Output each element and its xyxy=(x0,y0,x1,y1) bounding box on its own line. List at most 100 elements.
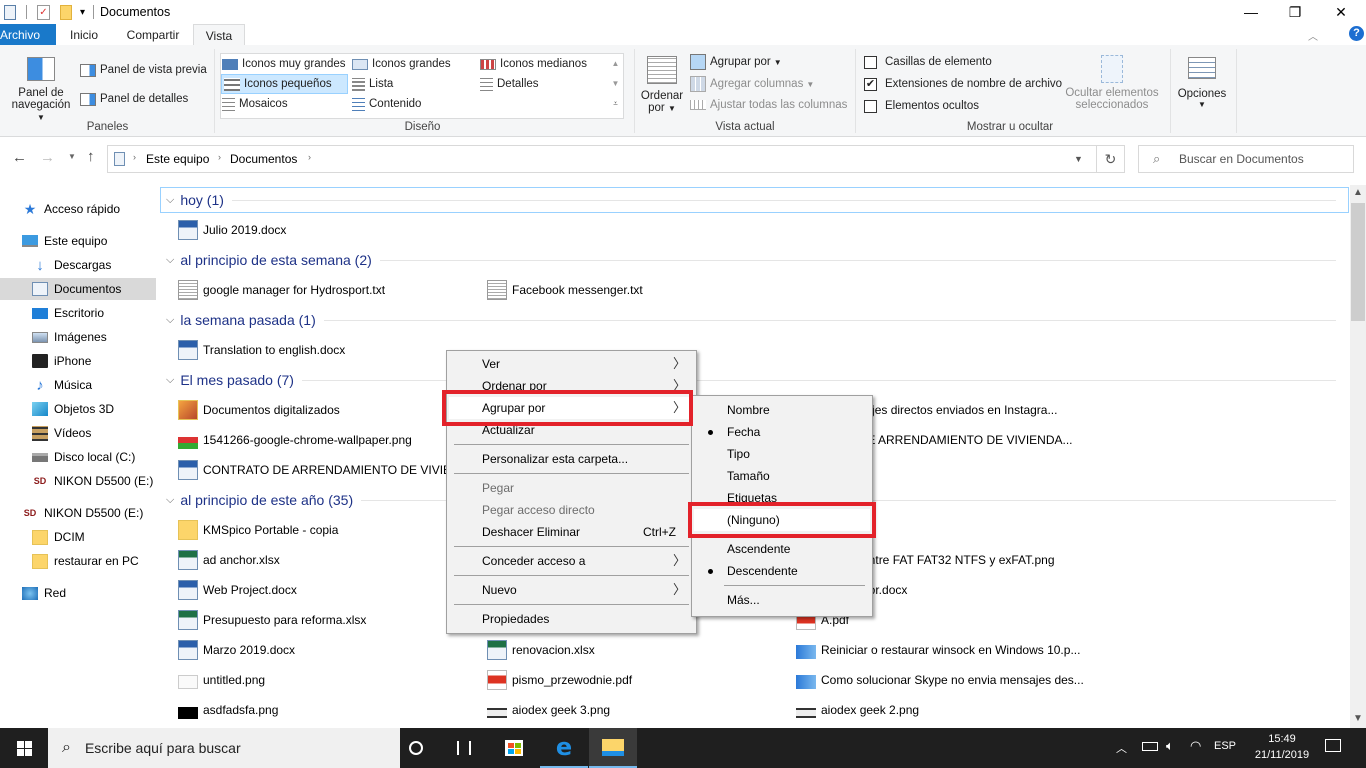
details-pane-button[interactable]: Panel de detalles xyxy=(80,89,188,109)
back-icon[interactable]: ← xyxy=(12,149,27,166)
submenu-item[interactable]: Descendente xyxy=(694,560,870,582)
maximize-button[interactable]: ❐ xyxy=(1272,0,1318,24)
file-item[interactable]: Reiniciar o restaurar winsock en Windows… xyxy=(796,639,1080,661)
store-button[interactable] xyxy=(490,728,538,768)
layout-content[interactable]: Contenido xyxy=(352,94,421,114)
sidebar-item[interactable]: SD NIKON D5500 (E:) xyxy=(0,502,156,524)
group-header[interactable]: ⌵ hoy (1) xyxy=(166,189,1336,211)
new-folder-icon[interactable] xyxy=(60,4,72,20)
file-item[interactable]: Translation to english.docx xyxy=(178,339,345,361)
context-menu-item[interactable]: Propiedades xyxy=(449,608,694,630)
breadcrumb-documentos[interactable]: Documentos xyxy=(230,152,297,166)
file-item[interactable]: 1541266-google-chrome-wallpaper.png xyxy=(178,429,412,451)
sidebar-item[interactable]: Imágenes xyxy=(0,326,156,348)
volume-icon[interactable]: 🔈︎ xyxy=(1166,738,1174,754)
file-item[interactable]: Marzo 2019.docx xyxy=(178,639,295,661)
forward-icon[interactable]: → xyxy=(40,149,55,166)
refresh-button[interactable]: ↻ xyxy=(1097,145,1125,173)
close-button[interactable]: ✕ xyxy=(1318,0,1364,24)
sidebar-item[interactable]: ↓ Descargas xyxy=(0,254,156,276)
context-menu-item[interactable]: Nuevo 〉 xyxy=(449,579,694,601)
add-columns-button[interactable]: Agregar columnas ▼ xyxy=(690,74,814,94)
layout-large-icons[interactable]: Iconos grandes xyxy=(352,54,451,74)
sidebar-item[interactable]: SD NIKON D5500 (E:) xyxy=(0,470,156,492)
context-menu-item[interactable]: Deshacer Eliminar Ctrl+Z xyxy=(449,521,694,543)
up-icon[interactable]: ↑ xyxy=(87,148,95,165)
search-field[interactable]: ⌕ Buscar en Documentos xyxy=(1138,145,1354,173)
file-item[interactable]: KMSpico Portable - copia xyxy=(178,519,338,541)
scroll-down-icon[interactable]: ▼ xyxy=(608,74,623,94)
sort-by-button[interactable]: Ordenar por ▼ xyxy=(638,53,686,119)
group-header[interactable]: ⌵ El mes pasado (7) xyxy=(166,369,1336,391)
tab-archivo[interactable]: Archivo xyxy=(0,24,56,46)
file-item[interactable]: untitled.png xyxy=(178,669,265,691)
fit-columns-button[interactable]: Ajustar todas las columnas xyxy=(690,95,847,115)
chevron-down-icon[interactable]: ⌵ xyxy=(166,374,174,387)
file-item[interactable]: ad anchor.xlsx xyxy=(178,549,280,571)
file-item[interactable]: Facebook messenger.txt xyxy=(487,279,643,301)
context-menu-item[interactable]: Conceder acceso a 〉 xyxy=(449,550,694,572)
cortana-button[interactable] xyxy=(392,728,440,768)
edge-button[interactable]: e xyxy=(540,728,588,768)
gallery-scroll[interactable]: ▲ ▼ ⩡ xyxy=(608,54,623,118)
sidebar-item[interactable]: Este equipo xyxy=(0,230,156,252)
tab-compartir[interactable]: Compartir xyxy=(116,24,190,46)
address-dropdown-icon[interactable]: ▼ xyxy=(1074,154,1083,164)
submenu-item[interactable]: Nombre xyxy=(694,399,870,421)
file-item[interactable]: as entre FAT FAT32 NTFS y exFAT.png xyxy=(846,549,1055,571)
language-indicator[interactable]: ESP xyxy=(1214,740,1236,752)
context-menu-item[interactable]: Pegar xyxy=(449,477,694,499)
chevron-down-icon[interactable]: ⌵ xyxy=(166,194,174,207)
context-menu-item[interactable]: Ver 〉 xyxy=(449,353,694,375)
chevron-down-icon[interactable]: ⌵ xyxy=(166,314,174,327)
navigation-pane-button[interactable]: Panel de navegación ▼ xyxy=(10,49,72,122)
sidebar-item[interactable]: restaurar en PC xyxy=(0,550,156,572)
group-by-button[interactable]: Agrupar por ▼ xyxy=(690,52,782,72)
preview-pane-button[interactable]: Panel de vista previa xyxy=(80,60,207,80)
file-item[interactable]: ensajes directos enviados en Instagra... xyxy=(846,399,1057,421)
submenu-item[interactable]: Fecha xyxy=(694,421,870,443)
options-button[interactable]: Opciones ▼ xyxy=(1174,55,1230,109)
item-checkboxes-toggle[interactable]: Casillas de elemento xyxy=(864,52,992,72)
context-menu-item[interactable]: Pegar acceso directo xyxy=(449,499,694,521)
layout-extra-large-icons[interactable]: Iconos muy grandes xyxy=(222,54,348,74)
layout-medium-icons[interactable]: Iconos medianos xyxy=(480,54,587,74)
breadcrumb-este-equipo[interactable]: Este equipo xyxy=(146,152,209,166)
clock[interactable]: 15:49 21/11/2019 xyxy=(1244,731,1320,763)
address-field[interactable]: › Este equipo › Documentos › ▼ xyxy=(107,145,1097,173)
battery-icon[interactable] xyxy=(1142,742,1158,751)
hidden-items-toggle[interactable]: Elementos ocultos xyxy=(864,96,979,116)
chevron-down-icon[interactable]: ⌵ xyxy=(166,494,174,507)
file-extensions-toggle[interactable]: ✔ Extensiones de nombre de archivo xyxy=(864,74,1062,94)
file-explorer-button[interactable] xyxy=(589,728,637,768)
file-item[interactable]: renovacion.xlsx xyxy=(487,639,595,661)
file-item[interactable]: google manager for Hydrosport.txt xyxy=(178,279,385,301)
scroll-down-icon[interactable]: ▼ xyxy=(1353,713,1363,724)
checkbox-checked[interactable]: ✔ xyxy=(864,77,877,91)
group-header[interactable]: ⌵ al principio de esta semana (2) xyxy=(166,249,1336,271)
sidebar-item[interactable]: Red xyxy=(0,582,156,604)
scrollbar-thumb[interactable] xyxy=(1351,203,1365,321)
file-item[interactable]: Documentos digitalizados xyxy=(178,399,340,421)
layout-small-icons[interactable]: Iconos pequeños xyxy=(221,74,348,94)
submenu-item[interactable]: Tamaño xyxy=(694,465,870,487)
layout-details[interactable]: Detalles xyxy=(480,74,539,94)
properties-icon[interactable]: ✓ xyxy=(37,4,50,20)
file-item[interactable]: Presupuesto para reforma.xlsx xyxy=(178,609,366,631)
file-item[interactable]: Como solucionar Skype no envia mensajes … xyxy=(796,669,1084,691)
task-view-button[interactable] xyxy=(440,728,488,768)
file-item[interactable]: aiodex geek 2.png xyxy=(796,699,919,721)
sidebar-item[interactable]: Escritorio xyxy=(0,302,156,324)
help-icon[interactable]: ? xyxy=(1349,26,1364,41)
scroll-up-icon[interactable]: ▲ xyxy=(608,54,623,74)
file-item[interactable]: O DE ARRENDAMIENTO DE VIVIENDA... xyxy=(846,429,1073,451)
file-item[interactable]: Web Project.docx xyxy=(178,579,297,601)
submenu-item[interactable]: Más... xyxy=(694,589,870,611)
expand-gallery-icon[interactable]: ⩡ xyxy=(608,94,623,114)
sidebar-item[interactable]: Documentos xyxy=(0,278,156,300)
sidebar-item[interactable]: ♪ Música xyxy=(0,374,156,396)
hide-selected-button[interactable]: Ocultar elementos seleccionados xyxy=(1062,53,1162,111)
submenu-item[interactable]: Ascendente xyxy=(694,538,870,560)
checkbox[interactable] xyxy=(864,99,877,113)
context-menu-item[interactable]: Personalizar esta carpeta... xyxy=(449,448,694,470)
